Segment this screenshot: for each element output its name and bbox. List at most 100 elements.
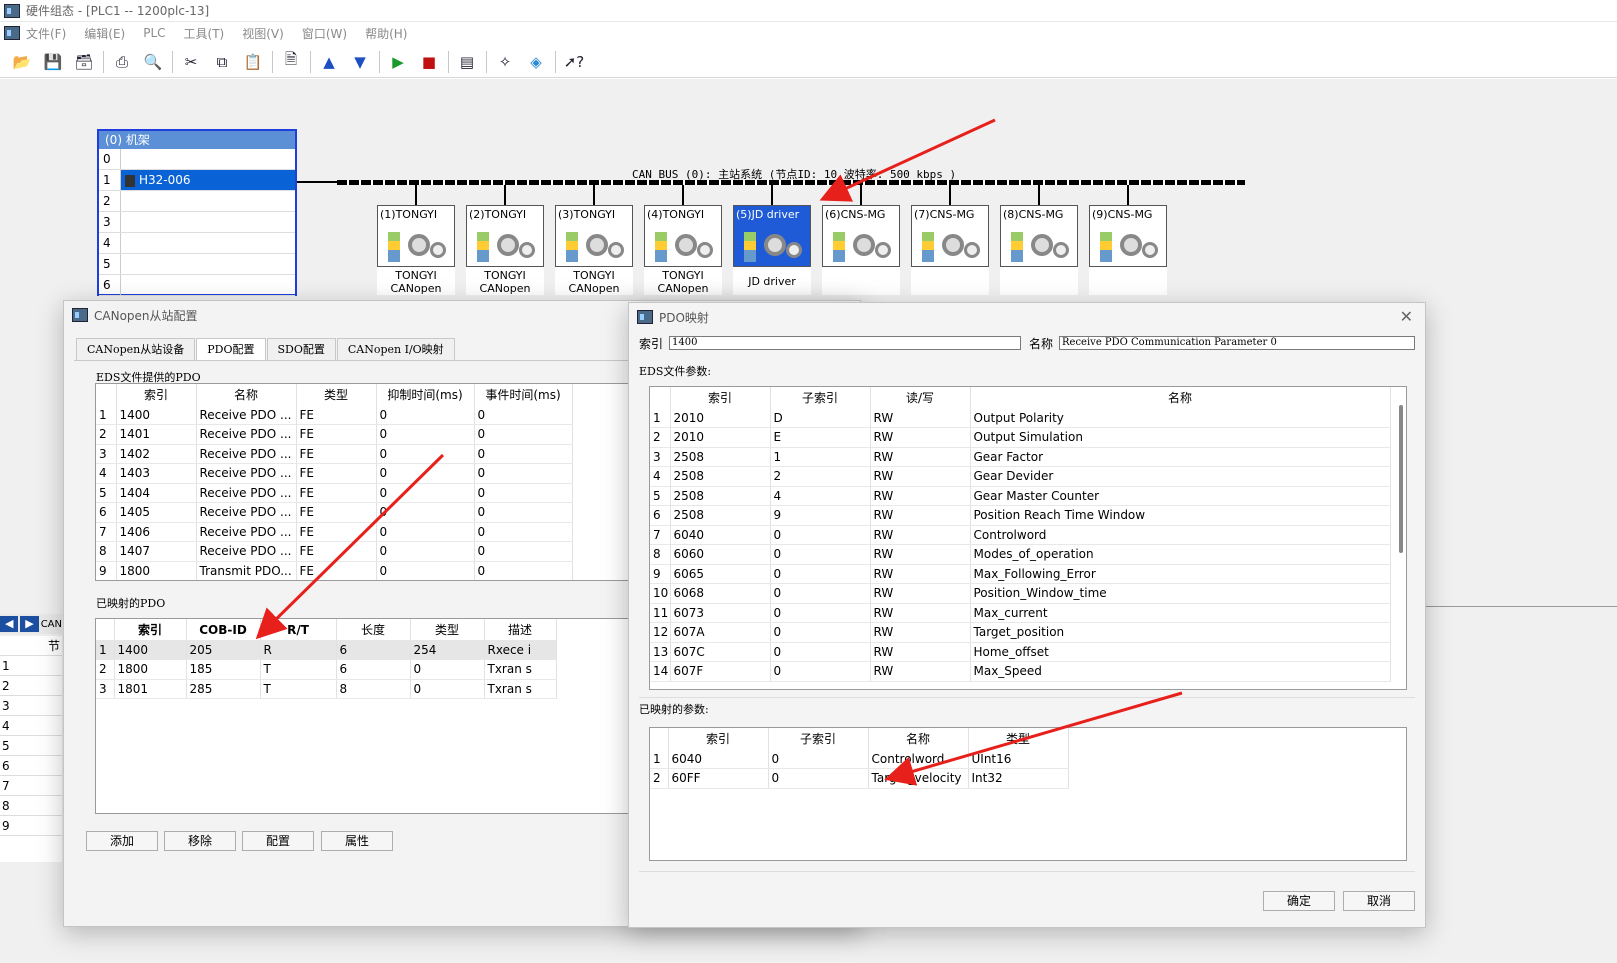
rack-row[interactable]: 6 <box>99 275 295 296</box>
cancel-button[interactable]: 取消 <box>1343 891 1415 911</box>
rack-row[interactable]: 2 <box>99 191 295 212</box>
list-item[interactable]: 4 <box>0 716 62 736</box>
menu-plc[interactable]: PLC <box>143 26 165 40</box>
remove-button[interactable]: 移除 <box>164 831 236 851</box>
list-item[interactable]: 9 <box>0 816 62 836</box>
rack-row[interactable]: 0 <box>99 149 295 170</box>
column-header[interactable]: 子索引 <box>770 387 871 408</box>
save-icon[interactable]: 💾 <box>41 50 65 74</box>
tab-sdo-config[interactable]: SDO配置 <box>266 338 336 360</box>
bus-node-2[interactable]: (2)TONGYI TONGYI CANopen <box>466 185 544 295</box>
table-row[interactable]: 4 1403 Receive PDO ... FE 0 0 <box>96 463 573 484</box>
print-icon[interactable]: ⎙ <box>110 50 134 74</box>
column-header[interactable]: 索引 <box>670 387 771 408</box>
save-all-icon[interactable]: 🗃 <box>72 50 96 74</box>
rack-row[interactable]: 4 <box>99 233 295 254</box>
tab-slave-device[interactable]: CANopen从站设备 <box>76 338 196 360</box>
run-icon[interactable]: ▶ <box>386 50 410 74</box>
column-header[interactable]: 名称 <box>868 728 969 749</box>
table-row[interactable]: 12 607A 0 RW Target_position <box>650 622 1391 643</box>
column-header[interactable]: 名称 <box>970 387 1391 408</box>
add-button[interactable]: 添加 <box>86 831 158 851</box>
column-header[interactable]: R/T <box>260 619 337 640</box>
column-header[interactable]: COB-ID <box>186 619 261 640</box>
online-icon[interactable]: ◈ <box>524 50 548 74</box>
download-icon[interactable]: ▼ <box>348 50 372 74</box>
menu-edit[interactable]: 编辑(E) <box>84 25 125 42</box>
tab-pdo-config[interactable]: PDO配置 <box>196 338 266 360</box>
column-header[interactable]: 类型 <box>296 384 377 405</box>
stop-icon[interactable]: ■ <box>417 50 441 74</box>
table-row[interactable]: 7 6040 0 RW Controlword <box>650 525 1391 545</box>
column-header[interactable]: 读/写 <box>870 387 971 408</box>
column-header[interactable]: 索引 <box>114 619 187 640</box>
table-row[interactable]: 6 2508 9 RW Position Reach Time Window <box>650 505 1391 526</box>
close-icon[interactable]: ✕ <box>1400 307 1413 326</box>
bus-node-3[interactable]: (3)TONGYI TONGYI CANopen <box>555 185 633 295</box>
table-row[interactable]: 3 1801 285 T 8 0 Txran s <box>96 679 557 699</box>
menu-window[interactable]: 窗口(W) <box>302 25 347 42</box>
column-header[interactable]: 索引 <box>668 728 769 749</box>
table-row[interactable]: 2 1800 185 T 6 0 Txran s <box>96 659 557 680</box>
menu-tools[interactable]: 工具(T) <box>184 25 225 42</box>
list-item[interactable]: 8 <box>0 796 62 816</box>
list-item[interactable]: 7 <box>0 776 62 796</box>
bus-node-7[interactable]: (7)CNS-MG <box>911 185 989 295</box>
ok-button[interactable]: 确定 <box>1263 891 1335 911</box>
table-row[interactable]: 2 60FF 0 Target_velocity Int32 <box>650 768 1069 789</box>
table-row[interactable]: 3 1402 Receive PDO ... FE 0 0 <box>96 444 573 464</box>
table-row[interactable]: 7 1406 Receive PDO ... FE 0 0 <box>96 522 573 542</box>
column-header[interactable]: 抑制时间(ms) <box>376 384 475 405</box>
help-icon[interactable]: ➚? <box>562 50 586 74</box>
table-row[interactable]: 6 1405 Receive PDO ... FE 0 0 <box>96 502 573 523</box>
column-header[interactable]: 名称 <box>196 384 297 405</box>
forward-arrow-icon[interactable]: ▶ <box>20 616 39 632</box>
column-header[interactable]: 长度 <box>336 619 411 640</box>
open-icon[interactable]: 📂 <box>10 50 34 74</box>
table-row[interactable]: 2 1401 Receive PDO ... FE 0 0 <box>96 424 573 445</box>
table-row[interactable]: 9 1800 Transmit PDO... FE 0 0 <box>96 561 573 580</box>
table-row[interactable]: 8 6060 0 RW Modes_of_operation <box>650 544 1391 565</box>
back-arrow-icon[interactable]: ◀ <box>0 616 19 632</box>
column-header[interactable]: 子索引 <box>768 728 869 749</box>
name-field[interactable]: Receive PDO Communication Parameter 0 <box>1059 336 1415 350</box>
table-row[interactable]: 11 6073 0 RW Max_current <box>650 603 1391 623</box>
index-field[interactable]: 1400 <box>669 336 1021 350</box>
paste-icon[interactable]: 📋 <box>241 50 265 74</box>
column-header[interactable]: 事件时间(ms) <box>474 384 573 405</box>
table-row[interactable]: 14 607F 0 RW Max_Speed <box>650 661 1391 682</box>
rack-row[interactable]: 3 <box>99 212 295 233</box>
column-header[interactable]: 类型 <box>968 728 1069 749</box>
upload-icon[interactable]: ▲ <box>317 50 341 74</box>
column-header[interactable]: 类型 <box>410 619 485 640</box>
table-row[interactable]: 1 6040 0 Controlword UInt16 <box>650 749 1069 769</box>
list-item[interactable]: 1 <box>0 656 62 676</box>
table-row[interactable]: 2 2010 E RW Output Simulation <box>650 427 1391 448</box>
network-icon[interactable]: ✧ <box>493 50 517 74</box>
rack-row[interactable]: 5 <box>99 254 295 275</box>
table-row[interactable]: 8 1407 Receive PDO ... FE 0 0 <box>96 541 573 562</box>
configure-button[interactable]: 配置 <box>242 831 314 851</box>
list-item[interactable]: 6 <box>0 756 62 776</box>
table-row[interactable]: 5 2508 4 RW Gear Master Counter <box>650 486 1391 506</box>
bus-node-6[interactable]: (6)CNS-MG <box>822 185 900 295</box>
list-item[interactable]: 2 <box>0 676 62 696</box>
copy-icon[interactable]: ⧉ <box>210 50 234 74</box>
list-item[interactable]: 5 <box>0 736 62 756</box>
hardware-icon[interactable]: ▤ <box>455 50 479 74</box>
table-row[interactable]: 1 1400 Receive PDO ... FE 0 0 <box>96 405 573 425</box>
column-header[interactable]: 描述 <box>484 619 557 640</box>
properties-button[interactable]: 属性 <box>321 831 393 851</box>
table-row[interactable]: 3 2508 1 RW Gear Factor <box>650 447 1391 467</box>
table-row[interactable]: 1 2010 D RW Output Polarity <box>650 408 1391 428</box>
rack-row-selected[interactable]: 1 H32-006 <box>99 170 295 191</box>
bus-node-1[interactable]: (1)TONGYI TONGYI CANopen <box>377 185 455 295</box>
column-header[interactable]: 索引 <box>116 384 197 405</box>
table-row[interactable]: 5 1404 Receive PDO ... FE 0 0 <box>96 483 573 503</box>
cut-icon[interactable]: ✂ <box>179 50 203 74</box>
tab-io-mapping[interactable]: CANopen I/O映射 <box>336 338 455 360</box>
print-preview-icon[interactable]: 🔍 <box>141 50 165 74</box>
table-row[interactable]: 9 6065 0 RW Max_Following_Error <box>650 564 1391 584</box>
list-item[interactable]: 3 <box>0 696 62 716</box>
table-row[interactable]: 13 607C 0 RW Home_offset <box>650 642 1391 662</box>
